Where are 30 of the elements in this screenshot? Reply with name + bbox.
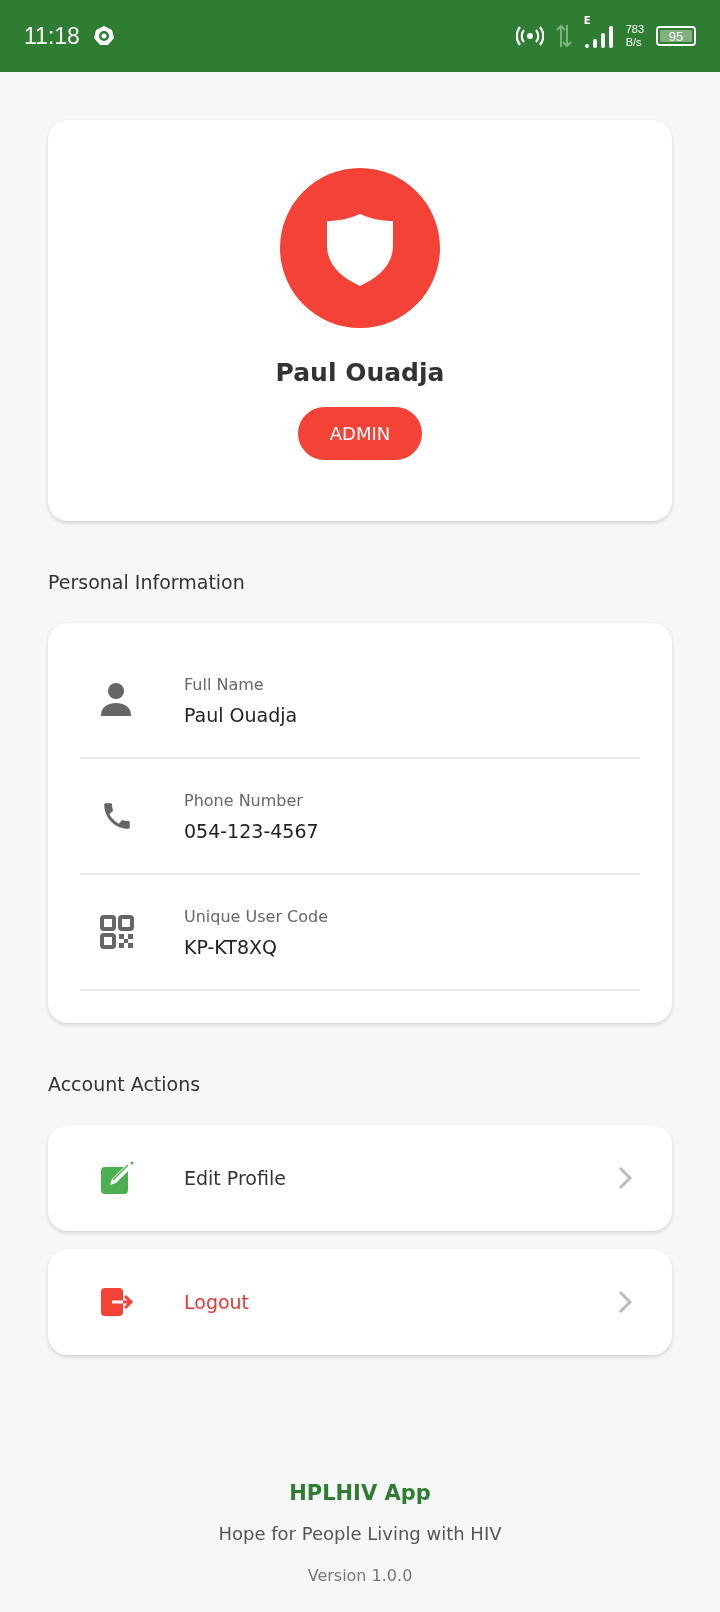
network-speed-unit: B/s — [625, 36, 643, 49]
network-type: E — [583, 16, 591, 26]
section-heading: Personal Information — [48, 571, 246, 593]
hotspot-icon — [515, 25, 544, 47]
person-icon — [100, 682, 132, 718]
chevron-right-icon — [618, 1290, 632, 1314]
field-label: Unique User Code — [184, 906, 329, 926]
version-text: Version 1.0.0 — [307, 1566, 413, 1585]
clock: 11:18 — [24, 22, 80, 50]
section-heading: Account Actions — [48, 1073, 202, 1095]
gear-icon — [91, 24, 116, 48]
qr-code-icon — [100, 915, 134, 949]
data-transfer-icon — [555, 23, 572, 49]
chevron-right-icon — [618, 1166, 632, 1190]
profile-name: Paul Ouadja — [275, 358, 445, 387]
logout-button[interactable]: Logout — [48, 1249, 672, 1355]
edit-profile-button[interactable]: Edit Profile — [48, 1125, 672, 1231]
app-name: HPLHIV App — [289, 1481, 431, 1505]
field-value: Paul Ouadja — [184, 703, 298, 726]
shield-avatar-icon — [280, 168, 440, 328]
tagline: Hope for People Living with HIV — [218, 1523, 502, 1544]
battery-icon: 95 — [656, 26, 696, 46]
role-badge: ADMIN — [297, 407, 423, 460]
field-value: KP-KT8XQ — [184, 935, 278, 958]
network-speed: 783 — [625, 23, 644, 36]
field-value: 054-123-4567 — [184, 819, 319, 842]
logout-icon — [100, 1287, 134, 1317]
field-label: Phone Number — [184, 790, 304, 810]
field-label: Full Name — [184, 674, 265, 694]
edit-icon — [100, 1161, 134, 1195]
